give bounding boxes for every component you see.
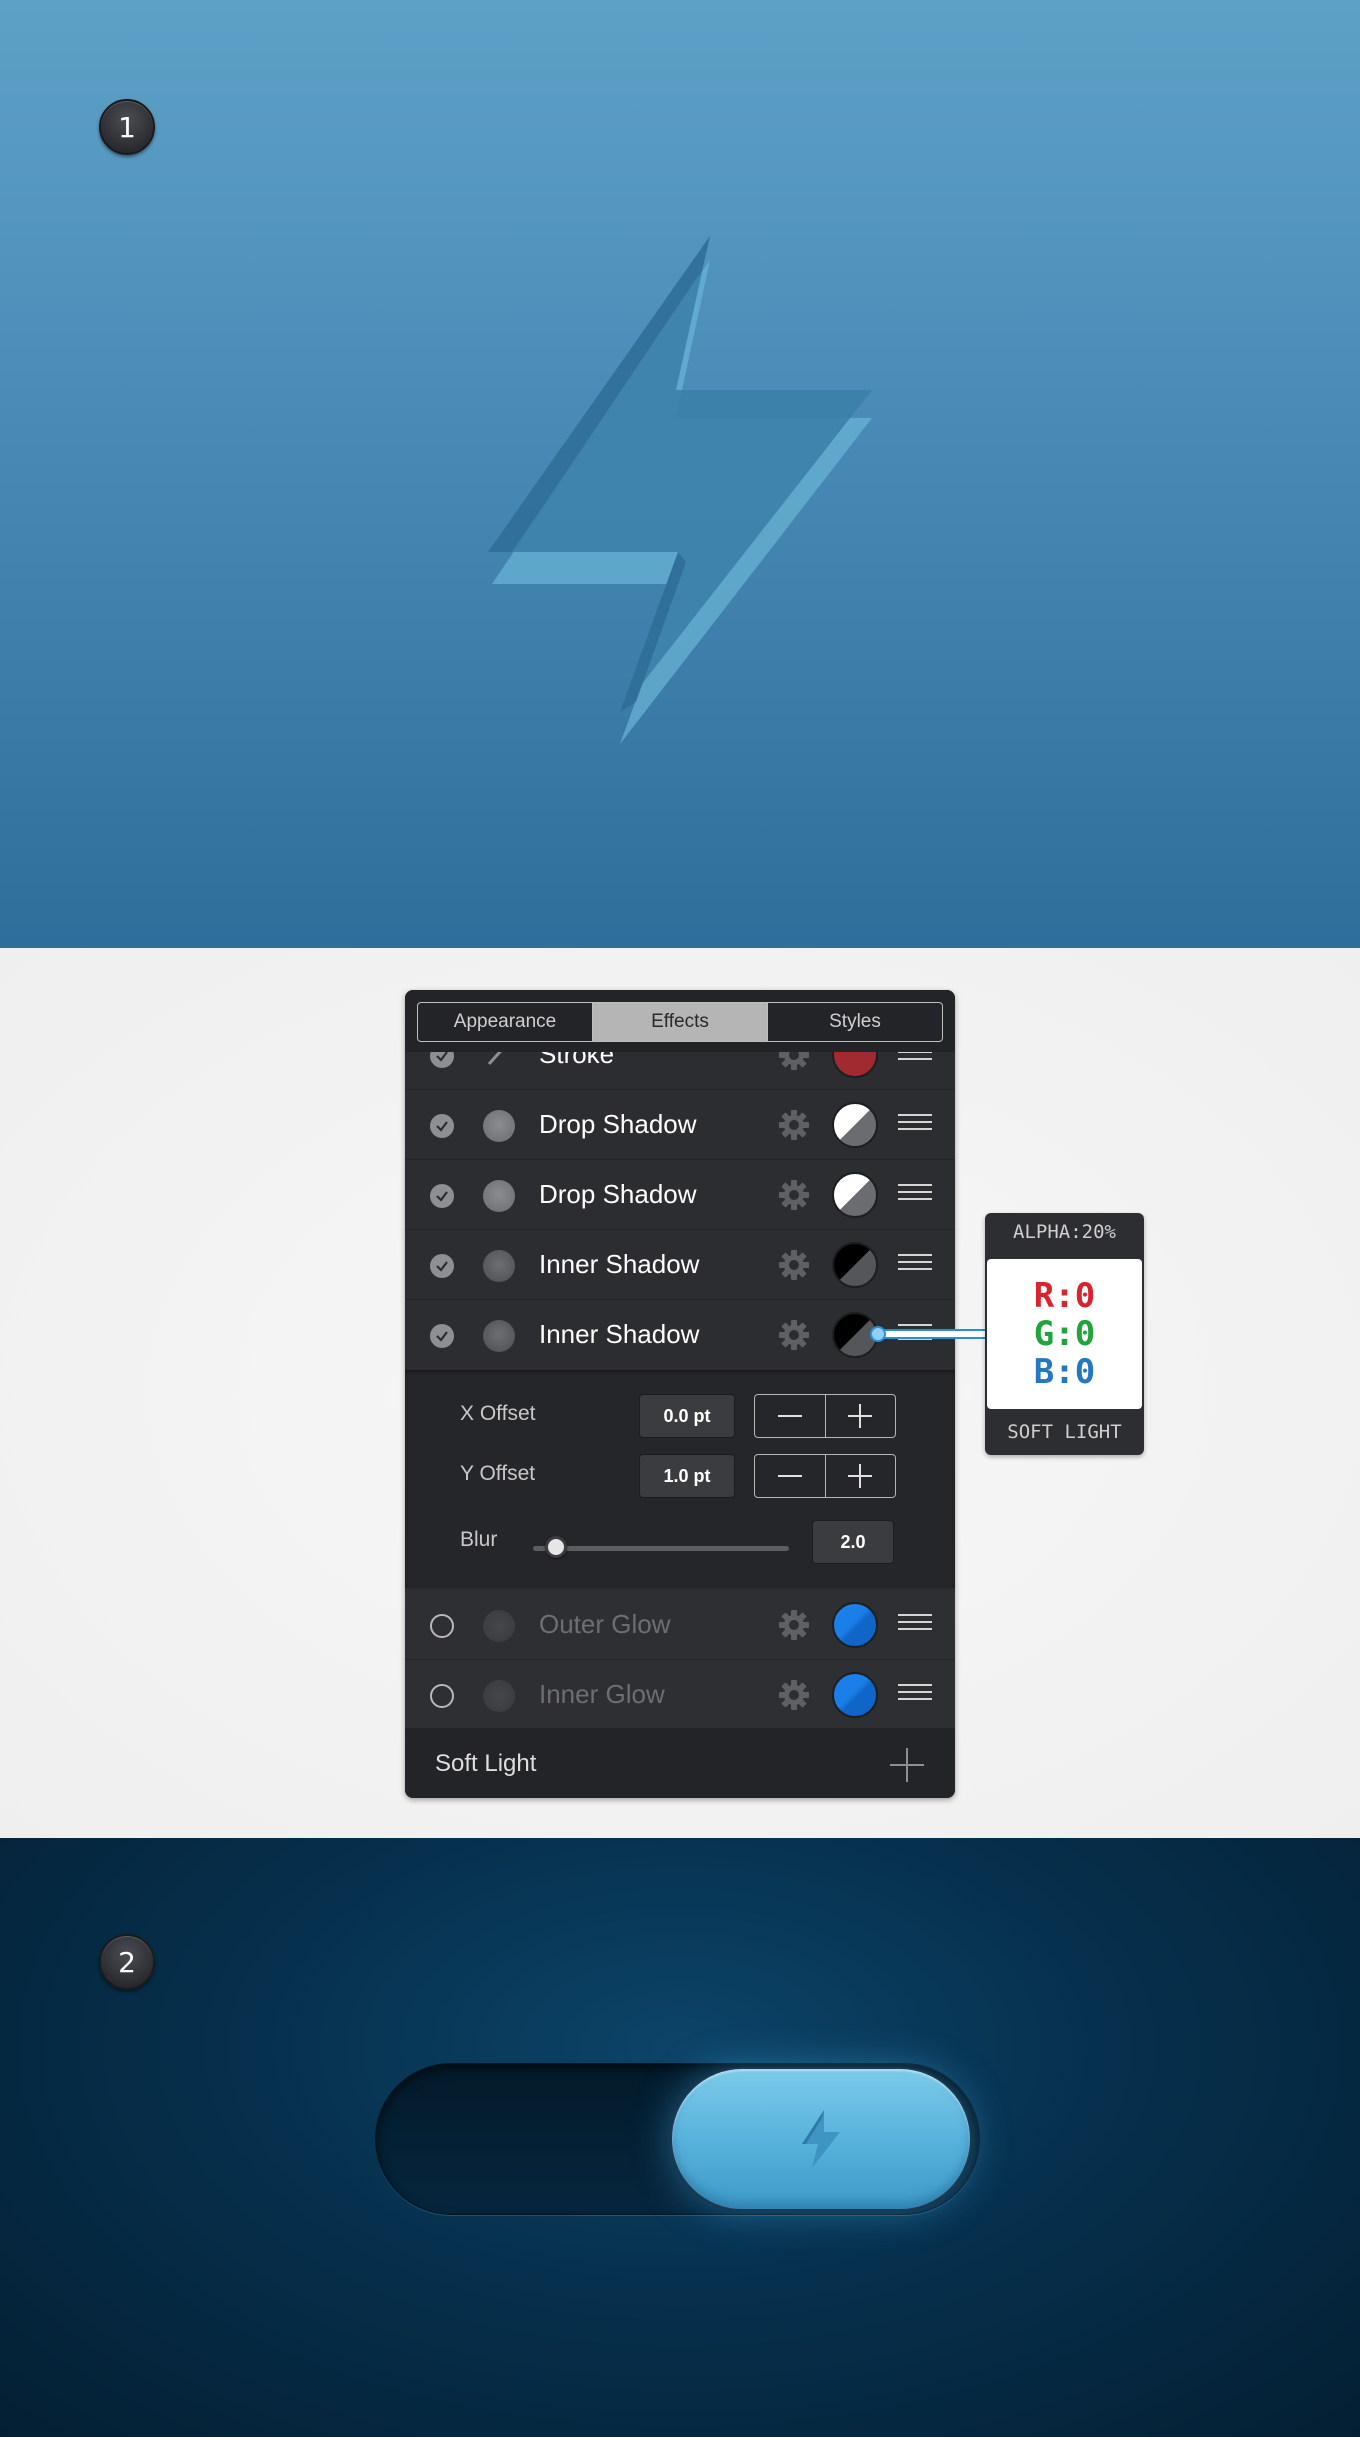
- step-2-section: 2: [0, 1838, 1360, 2437]
- tab-styles[interactable]: Styles: [768, 1003, 942, 1041]
- decrement-button[interactable]: [755, 1455, 826, 1497]
- blur-slider-track[interactable]: [533, 1546, 789, 1551]
- pen-icon: [487, 1052, 502, 1066]
- color-swatch[interactable]: [832, 1672, 878, 1718]
- gear-icon[interactable]: [777, 1178, 811, 1212]
- effect-label: Stroke: [539, 1052, 615, 1069]
- gear-icon[interactable]: [777, 1608, 811, 1642]
- color-swatch[interactable]: [832, 1052, 878, 1078]
- color-swatch[interactable]: [832, 1242, 878, 1288]
- step-2-badge: 2: [99, 1934, 155, 1990]
- increment-button[interactable]: [826, 1455, 896, 1497]
- drag-handle-icon[interactable]: [898, 1614, 932, 1635]
- increment-button[interactable]: [826, 1395, 896, 1437]
- checkbox-checked-icon[interactable]: [430, 1184, 454, 1208]
- tab-bar: Appearance Effects Styles: [417, 1002, 943, 1042]
- color-callout: ALPHA:20% R:0 G:0 B:0 SOFT LIGHT: [985, 1213, 1144, 1455]
- gear-icon[interactable]: [777, 1108, 811, 1142]
- effect-row-outer-glow[interactable]: Outer Glow: [405, 1590, 955, 1660]
- blend-mode-caption: SOFT LIGHT: [1007, 1421, 1122, 1443]
- tab-effects[interactable]: Effects: [593, 1003, 768, 1041]
- checkbox-checked-icon[interactable]: [430, 1324, 454, 1348]
- drag-handle-icon[interactable]: [898, 1684, 932, 1705]
- effect-label: Outer Glow: [539, 1609, 671, 1639]
- effect-label: Drop Shadow: [539, 1179, 697, 1209]
- lightning-bolt-icon: [802, 2110, 840, 2168]
- drag-handle-icon[interactable]: [898, 1254, 932, 1275]
- blend-mode-label[interactable]: Soft Light: [435, 1750, 536, 1778]
- effect-row-inner-glow[interactable]: Inner Glow: [405, 1660, 955, 1730]
- effect-row-stroke[interactable]: Stroke: [405, 1052, 955, 1090]
- color-swatch[interactable]: [832, 1102, 878, 1148]
- effect-indicator: [483, 1680, 515, 1712]
- drag-handle-icon[interactable]: [898, 1114, 932, 1135]
- gear-icon[interactable]: [777, 1318, 811, 1352]
- step-1-section: 1: [0, 0, 1360, 948]
- red-value: R:0: [1033, 1276, 1096, 1316]
- panel-footer: Soft Light: [405, 1728, 955, 1798]
- blur-value[interactable]: 2.0: [812, 1520, 894, 1564]
- panel-header: Appearance Effects Styles: [405, 990, 955, 1052]
- effect-row-drop-shadow[interactable]: Drop Shadow: [405, 1160, 955, 1230]
- tab-appearance[interactable]: Appearance: [418, 1003, 593, 1041]
- color-swatch[interactable]: [832, 1602, 878, 1648]
- effect-row-drop-shadow[interactable]: Drop Shadow: [405, 1090, 955, 1160]
- callout-connector: [870, 1326, 990, 1342]
- effect-row-inner-shadow[interactable]: Inner Shadow: [405, 1230, 955, 1300]
- alpha-label: ALPHA:20%: [1013, 1221, 1116, 1243]
- effect-indicator: [483, 1320, 515, 1352]
- gear-icon[interactable]: [777, 1248, 811, 1282]
- effect-label: Inner Shadow: [539, 1319, 700, 1349]
- x-offset-value[interactable]: 0.0 pt: [639, 1394, 735, 1438]
- plus-icon: [848, 1404, 873, 1428]
- effect-label: Inner Glow: [539, 1679, 665, 1709]
- blur-slider-knob[interactable]: [544, 1536, 567, 1558]
- plus-icon: [848, 1464, 873, 1488]
- effect-indicator: [483, 1180, 515, 1212]
- y-offset-value[interactable]: 1.0 pt: [639, 1454, 735, 1498]
- effects-list: Stroke Drop Shadow Drop Shadow Inner Sha…: [405, 1052, 955, 1360]
- checkbox-checked-icon[interactable]: [430, 1254, 454, 1278]
- lightning-bolt-icon: [488, 236, 872, 744]
- rgb-values: R:0 G:0 B:0: [987, 1259, 1142, 1409]
- blur-label: Blur: [460, 1528, 498, 1551]
- drag-handle-icon[interactable]: [898, 1052, 932, 1065]
- effects-panel: Appearance Effects Styles Stroke Drop Sh…: [405, 990, 955, 1798]
- effect-indicator: [483, 1110, 515, 1142]
- y-offset-stepper: [754, 1454, 896, 1498]
- y-offset-label: Y Offset: [460, 1462, 536, 1485]
- step-1-badge: 1: [99, 99, 155, 155]
- effect-indicator: [483, 1250, 515, 1282]
- gear-icon[interactable]: [777, 1678, 811, 1712]
- add-effect-icon[interactable]: [890, 1748, 924, 1782]
- minus-icon: [777, 1415, 802, 1417]
- drag-handle-icon[interactable]: [898, 1184, 932, 1205]
- x-offset-label: X Offset: [460, 1402, 536, 1425]
- effect-label: Drop Shadow: [539, 1109, 697, 1139]
- effect-indicator: [483, 1610, 515, 1642]
- effect-label: Inner Shadow: [539, 1249, 700, 1279]
- checkbox-checked-icon[interactable]: [430, 1052, 454, 1068]
- color-swatch[interactable]: [832, 1172, 878, 1218]
- checkbox-unchecked-icon[interactable]: [430, 1614, 454, 1638]
- gear-icon[interactable]: [777, 1052, 811, 1072]
- minus-icon: [777, 1475, 802, 1477]
- inner-shadow-settings: X Offset 0.0 pt Y Offset 1.0 pt Blur 2.0: [405, 1370, 955, 1588]
- green-value: G:0: [1033, 1314, 1096, 1354]
- checkbox-unchecked-icon[interactable]: [430, 1684, 454, 1708]
- decrement-button[interactable]: [755, 1395, 826, 1437]
- x-offset-stepper: [754, 1394, 896, 1438]
- checkbox-checked-icon[interactable]: [430, 1114, 454, 1138]
- blue-value: B:0: [1033, 1352, 1096, 1392]
